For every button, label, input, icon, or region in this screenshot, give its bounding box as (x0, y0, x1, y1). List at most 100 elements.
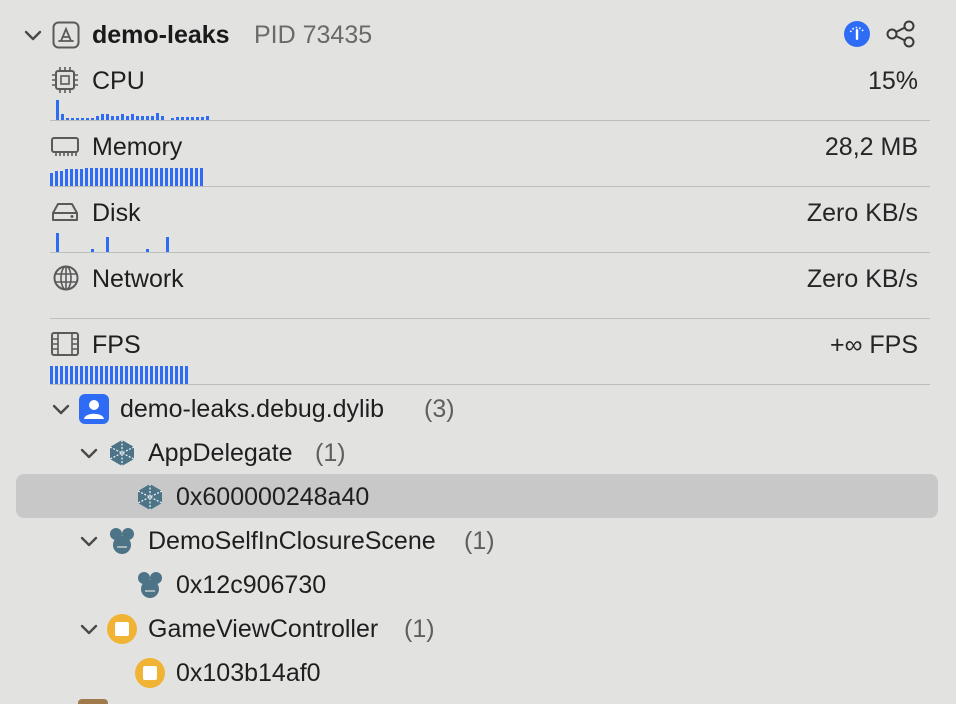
history-bar (75, 366, 78, 384)
instance-address[interactable]: 0x600000248a40 (176, 482, 369, 512)
disk-value: Zero KB/s (806, 199, 918, 227)
history-bar (50, 366, 53, 384)
history-bar (120, 168, 123, 186)
history-bar (130, 366, 133, 384)
memory-value: 28,2 MB (824, 133, 918, 161)
history-bar (105, 168, 108, 186)
class-name[interactable]: AppDelegate (148, 438, 293, 468)
history-bar (135, 168, 138, 186)
history-bar (170, 366, 173, 384)
memory-label: Memory (92, 133, 183, 161)
class-count: (1) (404, 615, 435, 643)
graph-icon[interactable] (885, 20, 917, 48)
class-name[interactable]: GameViewController (148, 614, 378, 644)
globe-icon (53, 265, 79, 291)
history-bar (130, 168, 133, 186)
history-bar (175, 168, 178, 186)
chevron-down-icon[interactable] (78, 442, 100, 464)
history-bar (95, 168, 98, 186)
folder-icon (78, 699, 108, 704)
chevron-down-icon[interactable] (78, 618, 100, 640)
history-bar (135, 366, 138, 384)
history-bar (56, 100, 59, 120)
history-bar (70, 169, 73, 186)
cpu-icon (52, 67, 78, 93)
cluster-icon (138, 572, 162, 598)
divider (50, 318, 930, 319)
history-bar (165, 366, 168, 384)
history-bar (180, 366, 183, 384)
cpu-history-chart (56, 98, 209, 120)
square-badge-icon (107, 614, 137, 644)
history-bar (100, 168, 103, 186)
history-bar (55, 366, 58, 384)
history-bar (80, 366, 83, 384)
fps-label: FPS (92, 331, 141, 359)
network-value: Zero KB/s (806, 265, 918, 293)
chevron-down-icon[interactable] (78, 530, 100, 552)
history-bar (180, 168, 183, 186)
class-name[interactable]: DemoSelfInClosureScene (148, 526, 436, 556)
history-bar (70, 366, 73, 384)
chevron-down-icon[interactable] (22, 24, 44, 46)
memory-history-chart (50, 164, 210, 186)
history-bar (195, 168, 198, 186)
cpu-value: 15% (867, 67, 918, 95)
history-bar (110, 366, 113, 384)
history-bar (56, 233, 59, 252)
history-bar (115, 168, 118, 186)
history-bar (150, 168, 153, 186)
chevron-down-icon[interactable] (50, 398, 72, 420)
history-bar (156, 113, 159, 120)
history-bar (185, 168, 188, 186)
history-bar (120, 366, 123, 384)
history-bar (80, 169, 83, 186)
history-bar (200, 168, 203, 186)
history-bar (185, 366, 188, 384)
person-icon (79, 394, 109, 424)
app-icon (52, 21, 80, 49)
history-bar (155, 366, 158, 384)
module-name[interactable]: demo-leaks.debug.dylib (120, 394, 384, 424)
history-bar (75, 169, 78, 186)
history-bar (105, 366, 108, 384)
history-bar (150, 366, 153, 384)
history-bar (145, 366, 148, 384)
divider (50, 186, 930, 187)
history-bar (155, 168, 158, 186)
fps-value: +∞ FPS (830, 331, 918, 359)
class-count: (1) (464, 527, 495, 555)
history-bar (140, 366, 143, 384)
history-bar (175, 366, 178, 384)
history-bar (55, 171, 58, 186)
instance-address[interactable]: 0x12c906730 (176, 570, 326, 600)
instance-address[interactable]: 0x103b14af0 (176, 658, 321, 688)
memory-icon (51, 137, 79, 156)
history-bar (65, 366, 68, 384)
info-icon[interactable] (843, 20, 871, 48)
film-icon (51, 332, 79, 356)
history-bar (106, 237, 109, 252)
fps-history-chart (50, 362, 196, 384)
history-bar (160, 366, 163, 384)
disk-icon (52, 203, 78, 221)
process-name: demo-leaks (92, 21, 230, 49)
process-pid: PID 73435 (254, 21, 373, 49)
history-bar (110, 168, 113, 186)
history-bar (95, 366, 98, 384)
history-bar (115, 366, 118, 384)
class-count: (1) (315, 439, 346, 467)
module-count: (3) (424, 395, 455, 423)
history-bar (100, 366, 103, 384)
history-bar (160, 168, 163, 186)
network-label: Network (92, 265, 184, 293)
history-bar (85, 168, 88, 186)
cluster-icon (110, 528, 134, 554)
history-bar (190, 168, 193, 186)
history-bar (170, 168, 173, 186)
square-badge-icon (135, 658, 165, 688)
cube-icon (137, 484, 163, 510)
divider (50, 252, 930, 253)
history-bar (85, 366, 88, 384)
disk-label: Disk (92, 199, 141, 227)
